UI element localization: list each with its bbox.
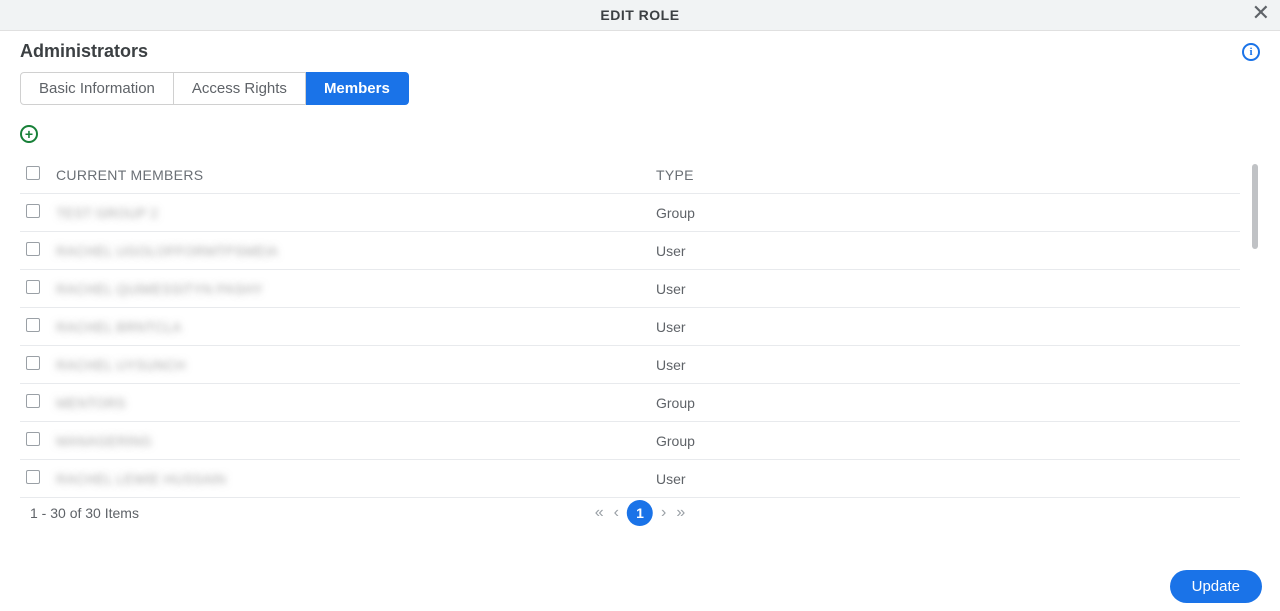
pager: « ‹ 1 › » xyxy=(593,500,687,526)
content-area: Administrators i Basic Information Acces… xyxy=(0,31,1280,561)
member-name: MANAGERING xyxy=(50,422,650,460)
close-icon[interactable]: ✕ xyxy=(1252,2,1270,24)
row-checkbox[interactable] xyxy=(26,204,40,218)
table-row: RACHEL UGOLOFFORMTPSMEIA User xyxy=(20,232,1240,270)
member-name: RACHEL BRNTCLA xyxy=(50,308,650,346)
last-page-icon[interactable]: » xyxy=(674,504,687,522)
member-type: User xyxy=(650,498,1240,502)
member-type: Group xyxy=(650,384,1240,422)
current-page[interactable]: 1 xyxy=(627,500,653,526)
update-button[interactable]: Update xyxy=(1170,570,1262,603)
table-row: TEST GROUP 2 Group xyxy=(20,194,1240,232)
select-all-checkbox[interactable] xyxy=(26,166,40,180)
scrollbar[interactable] xyxy=(1252,164,1258,249)
table-row: RACHEL LEWIE HUSSAIN User xyxy=(20,460,1240,498)
member-name: ALEXANDER DIBUCLOCKE BORDAU xyxy=(50,498,650,502)
tab-access-rights[interactable]: Access Rights xyxy=(174,72,306,105)
column-header-member: CURRENT MEMBERS xyxy=(50,156,650,194)
row-checkbox[interactable] xyxy=(26,280,40,294)
row-checkbox[interactable] xyxy=(26,242,40,256)
member-name: RACHEL QUIMESSITYN PASHY xyxy=(50,270,650,308)
footer: Update xyxy=(0,561,1280,611)
tab-members[interactable]: Members xyxy=(306,72,409,105)
first-page-icon[interactable]: « xyxy=(593,504,606,522)
row-checkbox[interactable] xyxy=(26,356,40,370)
member-type: Group xyxy=(650,422,1240,460)
modal-title: EDIT ROLE xyxy=(600,7,679,23)
table-row: RACHEL UYSUNCH User xyxy=(20,346,1240,384)
member-type: Group xyxy=(650,194,1240,232)
table-row: RACHEL BRNTCLA User xyxy=(20,308,1240,346)
members-table-wrap: CURRENT MEMBERS TYPE TEST GROUP 2 Group … xyxy=(20,156,1260,501)
members-table: CURRENT MEMBERS TYPE TEST GROUP 2 Group … xyxy=(20,156,1240,501)
row-checkbox[interactable] xyxy=(26,470,40,484)
member-type: User xyxy=(650,232,1240,270)
prev-page-icon[interactable]: ‹ xyxy=(612,504,621,522)
member-name: MENTORS xyxy=(50,384,650,422)
table-row: RACHEL QUIMESSITYN PASHY User xyxy=(20,270,1240,308)
table-row: MANAGERING Group xyxy=(20,422,1240,460)
member-type: User xyxy=(650,460,1240,498)
member-name: RACHEL UYSUNCH xyxy=(50,346,650,384)
member-name: RACHEL UGOLOFFORMTPSMEIA xyxy=(50,232,650,270)
row-checkbox[interactable] xyxy=(26,318,40,332)
member-type: User xyxy=(650,308,1240,346)
pagination-summary: 1 - 30 of 30 Items xyxy=(30,505,139,521)
tab-bar: Basic Information Access Rights Members xyxy=(20,72,1260,105)
next-page-icon[interactable]: › xyxy=(659,504,668,522)
table-row: MENTORS Group xyxy=(20,384,1240,422)
pagination: 1 - 30 of 30 Items « ‹ 1 › » xyxy=(20,505,1260,521)
modal-header: EDIT ROLE ✕ xyxy=(0,0,1280,31)
role-title: Administrators xyxy=(20,41,148,62)
tab-basic-information[interactable]: Basic Information xyxy=(20,72,174,105)
row-checkbox[interactable] xyxy=(26,394,40,408)
info-icon[interactable]: i xyxy=(1242,43,1260,61)
add-member-button[interactable]: + xyxy=(20,125,38,143)
member-name: RACHEL LEWIE HUSSAIN xyxy=(50,460,650,498)
member-name: TEST GROUP 2 xyxy=(50,194,650,232)
member-type: User xyxy=(650,346,1240,384)
role-header: Administrators i xyxy=(20,41,1260,62)
row-checkbox[interactable] xyxy=(26,432,40,446)
column-header-type: TYPE xyxy=(650,156,1240,194)
member-type: User xyxy=(650,270,1240,308)
